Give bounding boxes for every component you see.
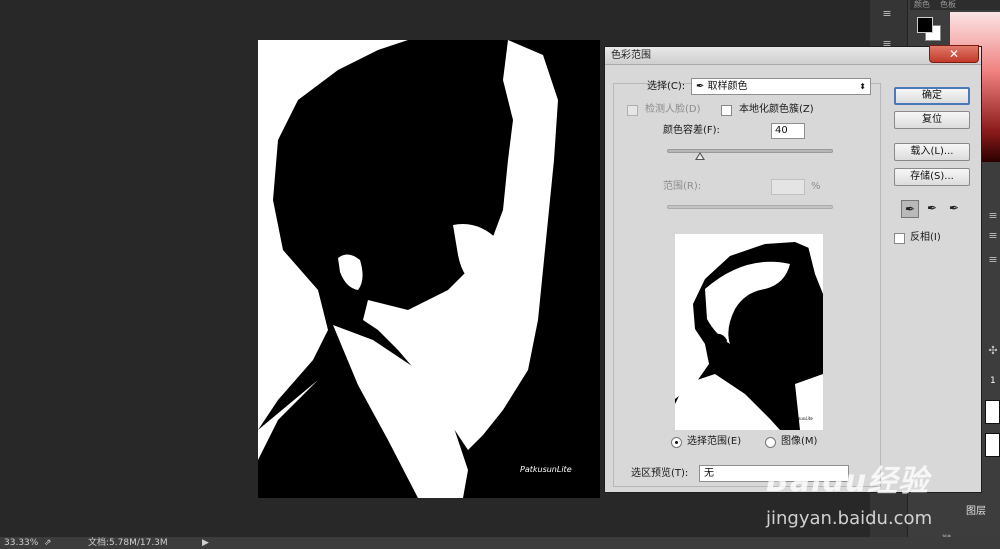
panel-grip-icon[interactable]: ≡ [880,8,894,20]
photo-threshold-image: PatkusunLite [258,40,600,498]
tab-swatches[interactable]: 色板 [940,0,956,10]
reset-button[interactable]: 复位 [894,111,970,129]
eyedropper-subtract-icon[interactable]: ✒ [945,200,963,218]
preview-mask-image: PatkusunLite [675,234,823,430]
fuzziness-input[interactable]: 40 [771,123,805,139]
status-menu-arrow-icon[interactable]: ▶ [202,537,209,549]
fuzziness-slider-thumb[interactable] [695,152,706,160]
ok-button[interactable]: 确定 [894,87,970,105]
foreground-color-swatch[interactable] [917,17,933,33]
eyedropper-add-icon[interactable]: ✒ [923,200,941,218]
watermark-url: jingyan.baidu.com [766,508,933,529]
document-size: 文档:5.78M/17.3M [88,538,168,548]
export-icon[interactable]: ⇗ [44,537,52,549]
canvas-signature: PatkusunLite [520,465,572,474]
save-button[interactable]: 存储(S)... [894,168,970,186]
localized-clusters-label: 本地化颜色簇(Z) [739,104,814,115]
layer-thumbnail[interactable] [985,433,1000,457]
eyedropper-icon: ✒ [696,81,705,92]
layer-index: 1 [990,376,996,386]
range-input[interactable] [771,179,805,195]
radio-image[interactable] [765,437,776,448]
detect-faces-checkbox[interactable] [627,105,638,116]
color-panel-tabs: 颜色 色板 [910,0,1000,10]
range-slider[interactable] [667,205,833,209]
range-label: 范围(R): [663,181,702,192]
zoom-level[interactable]: 33.33% [4,537,38,549]
dialog-title: 色彩范围 [605,47,981,65]
layer-thumbnail[interactable] [985,400,1000,424]
select-value: 取样颜色 [707,81,748,92]
watermark-logo: Baidu经验 [766,464,930,499]
color-range-dialog: 色彩范围 ✕ 选择(C): ✒ 取样颜色 ⬍ 检测人脸(D) 本地化颜色簇(Z)… [604,45,982,493]
fuzziness-label: 颜色容差(F): [663,125,720,136]
panel-menu-icon[interactable]: ≡ [986,230,1000,242]
baidu-watermark: Baidu经验 jingyan.baidu.com [758,462,968,542]
eyedropper-tool-icon[interactable]: ✒ [901,200,919,218]
panel-menu-icon[interactable]: ≡ [986,210,1000,222]
panel-move-icon[interactable]: ✣ [986,345,1000,357]
select-label: 选择(C): [647,81,686,92]
status-bar: 33.33% ⇗ 文档:5.78M/17.3M ▶ [0,537,1000,549]
close-button[interactable]: ✕ [929,45,979,63]
radio-image-label: 图像(M) [781,436,818,447]
layers-panel-label[interactable]: 图层 [966,505,986,519]
dropdown-arrow-icon: ⬍ [859,82,866,91]
panel-menu-icon[interactable]: ≡ [986,254,1000,266]
load-button[interactable]: 载入(L)... [894,143,970,161]
tab-color[interactable]: 颜色 [914,0,930,10]
range-unit: % [811,181,821,192]
invert-label: 反相(I) [910,232,941,243]
document-canvas[interactable]: PatkusunLite [258,40,600,498]
radio-selection-label: 选择范围(E) [687,436,742,447]
radio-selection[interactable] [671,437,682,448]
detect-faces-label: 检测人脸(D) [645,104,701,115]
invert-checkbox[interactable] [894,233,905,244]
selection-preview[interactable]: PatkusunLite [675,234,823,430]
select-dropdown[interactable]: ✒ 取样颜色 ⬍ [691,78,871,95]
selection-preview-label: 选区预览(T): [631,468,689,479]
selection-preview-value: 无 [704,468,714,479]
fuzziness-slider[interactable] [667,149,833,153]
svg-text:PatkusunLite: PatkusunLite [787,416,813,421]
localized-clusters-checkbox[interactable] [721,105,732,116]
